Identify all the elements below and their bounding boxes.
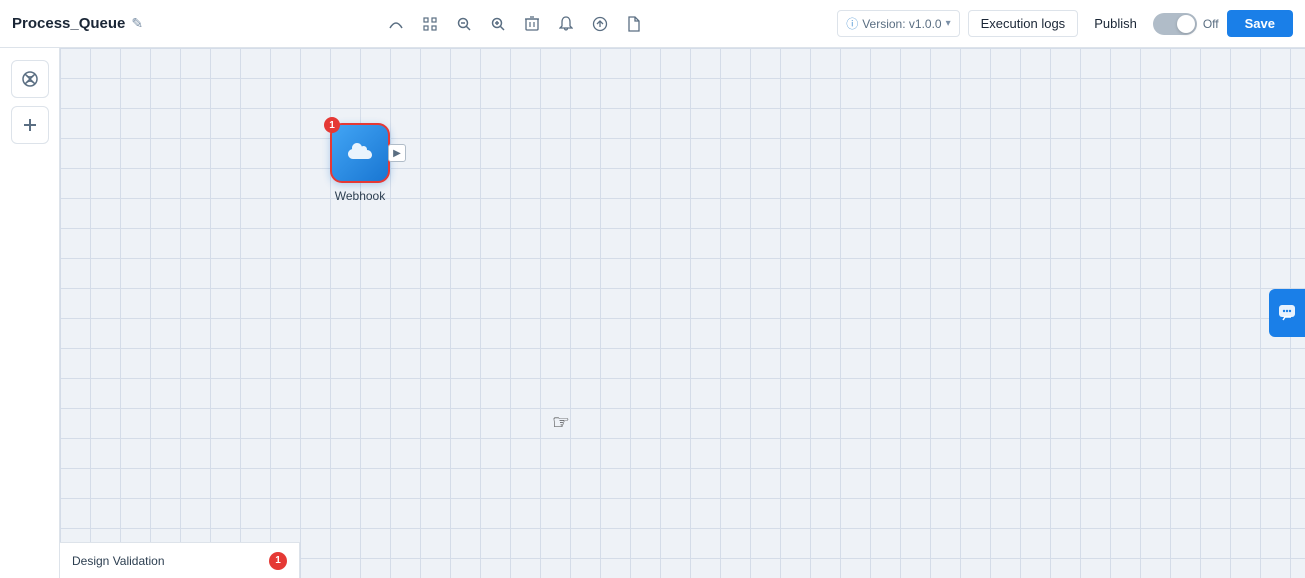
tools-sidebar-button[interactable] bbox=[11, 60, 49, 98]
upload-button[interactable] bbox=[584, 8, 616, 40]
zoom-in-button[interactable] bbox=[482, 8, 514, 40]
workflow-title: Process_Queue bbox=[12, 15, 125, 32]
toggle-track bbox=[1153, 13, 1197, 35]
grid-tool-button[interactable] bbox=[414, 8, 446, 40]
title-area: Process_Queue ✎ bbox=[12, 15, 192, 32]
version-selector[interactable]: ⓘ Version: v1.0.0 ▾ bbox=[837, 10, 959, 37]
node-label: Webhook bbox=[335, 189, 385, 203]
curve-tool-button[interactable] bbox=[380, 8, 412, 40]
toolbar-center-tools bbox=[380, 8, 650, 40]
publish-button[interactable]: Publish bbox=[1086, 11, 1145, 36]
version-label: Version: v1.0.0 bbox=[862, 17, 941, 31]
execution-logs-button[interactable]: Execution logs bbox=[968, 10, 1079, 37]
publish-toggle-container: Off bbox=[1153, 13, 1219, 35]
chat-button[interactable] bbox=[1269, 289, 1305, 337]
toolbar-right: ⓘ Version: v1.0.0 ▾ Execution logs Publi… bbox=[837, 10, 1293, 37]
bottom-validation-bar[interactable]: Design Validation 1 bbox=[60, 542, 300, 578]
node-error-badge: 1 bbox=[324, 117, 340, 133]
edit-title-icon[interactable]: ✎ bbox=[131, 15, 143, 32]
toggle-knob bbox=[1177, 15, 1195, 33]
delete-button[interactable] bbox=[516, 8, 548, 40]
cursor-indicator: ☞ bbox=[552, 410, 570, 435]
left-sidebar bbox=[0, 48, 60, 578]
add-node-button[interactable] bbox=[11, 106, 49, 144]
zoom-out-button[interactable] bbox=[448, 8, 480, 40]
node-box[interactable]: ▶ bbox=[330, 123, 390, 183]
notification-button[interactable] bbox=[550, 8, 582, 40]
version-chevron-icon: ▾ bbox=[946, 18, 951, 29]
workflow-canvas[interactable]: 1 ▶ Webhook ☞ bbox=[60, 48, 1305, 578]
toggle-off-label: Off bbox=[1203, 17, 1219, 31]
validation-label: Design Validation bbox=[72, 554, 261, 568]
info-icon: ⓘ bbox=[846, 15, 858, 32]
toolbar: Process_Queue ✎ bbox=[0, 0, 1305, 48]
node-expand-arrow[interactable]: ▶ bbox=[388, 144, 406, 162]
publish-toggle[interactable] bbox=[1153, 13, 1197, 35]
main-area: 1 ▶ Webhook ☞ Design Validati bbox=[0, 48, 1305, 578]
cloud-icon bbox=[345, 141, 375, 165]
validation-error-badge: 1 bbox=[269, 552, 287, 570]
webhook-node[interactable]: 1 ▶ Webhook bbox=[330, 123, 390, 203]
file-button[interactable] bbox=[618, 8, 650, 40]
save-button[interactable]: Save bbox=[1227, 10, 1293, 37]
